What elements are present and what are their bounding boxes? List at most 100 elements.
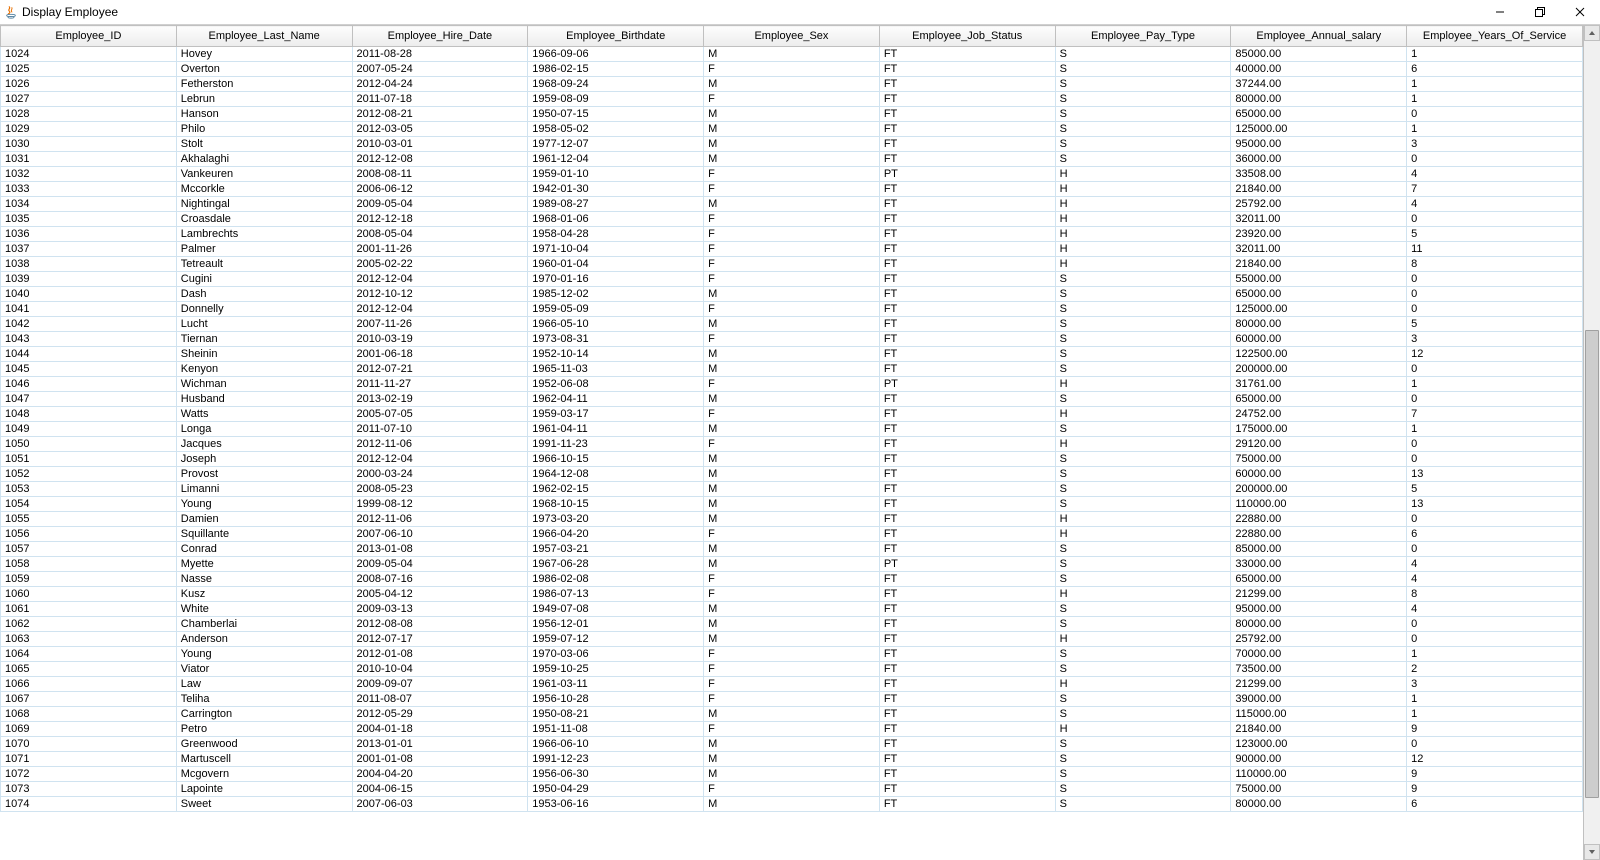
table-cell[interactable]: S: [1055, 692, 1231, 707]
table-cell[interactable]: F: [704, 692, 880, 707]
table-cell[interactable]: 1986-07-13: [528, 587, 704, 602]
table-cell[interactable]: 2012-10-12: [352, 287, 528, 302]
table-row[interactable]: 1027Lebrun2011-07-181959-08-09FFTS80000.…: [1, 92, 1583, 107]
table-cell[interactable]: M: [704, 467, 880, 482]
table-cell[interactable]: Wichman: [176, 377, 352, 392]
table-cell[interactable]: 40000.00: [1231, 62, 1407, 77]
table-body[interactable]: 1024Hovey2011-08-281966-09-06MFTS85000.0…: [1, 47, 1583, 812]
table-cell[interactable]: 1046: [1, 377, 177, 392]
table-cell[interactable]: S: [1055, 317, 1231, 332]
table-row[interactable]: 1049Longa2011-07-101961-04-11MFTS175000.…: [1, 422, 1583, 437]
table-cell[interactable]: S: [1055, 737, 1231, 752]
table-cell[interactable]: 7: [1407, 182, 1583, 197]
column-header[interactable]: Employee_Pay_Type: [1055, 26, 1231, 47]
table-cell[interactable]: 0: [1407, 152, 1583, 167]
table-cell[interactable]: 2: [1407, 662, 1583, 677]
table-cell[interactable]: FT: [879, 512, 1055, 527]
table-cell[interactable]: 5: [1407, 227, 1583, 242]
table-cell[interactable]: S: [1055, 122, 1231, 137]
table-cell[interactable]: Tiernan: [176, 332, 352, 347]
table-cell[interactable]: 2001-06-18: [352, 347, 528, 362]
table-cell[interactable]: FT: [879, 257, 1055, 272]
table-row[interactable]: 1046Wichman2011-11-271952-06-08FPTH31761…: [1, 377, 1583, 392]
table-cell[interactable]: 70000.00: [1231, 647, 1407, 662]
table-cell[interactable]: FT: [879, 317, 1055, 332]
table-cell[interactable]: 4: [1407, 602, 1583, 617]
scroll-up-button[interactable]: [1584, 25, 1600, 41]
table-cell[interactable]: FT: [879, 62, 1055, 77]
table-cell[interactable]: 1071: [1, 752, 177, 767]
table-cell[interactable]: 2000-03-24: [352, 467, 528, 482]
table-cell[interactable]: F: [704, 647, 880, 662]
table-cell[interactable]: 37244.00: [1231, 77, 1407, 92]
table-cell[interactable]: Donnelly: [176, 302, 352, 317]
table-cell[interactable]: S: [1055, 362, 1231, 377]
table-cell[interactable]: M: [704, 122, 880, 137]
table-cell[interactable]: 80000.00: [1231, 92, 1407, 107]
table-cell[interactable]: 2012-12-18: [352, 212, 528, 227]
table-cell[interactable]: 1058: [1, 557, 177, 572]
table-cell[interactable]: S: [1055, 497, 1231, 512]
table-cell[interactable]: 1061: [1, 602, 177, 617]
table-cell[interactable]: 11: [1407, 242, 1583, 257]
table-cell[interactable]: 0: [1407, 107, 1583, 122]
table-cell[interactable]: 1: [1407, 707, 1583, 722]
table-row[interactable]: 1036Lambrechts2008-05-041958-04-28FFTH23…: [1, 227, 1583, 242]
table-cell[interactable]: 2011-07-10: [352, 422, 528, 437]
table-row[interactable]: 1071Martuscell2001-01-081991-12-23MFTS90…: [1, 752, 1583, 767]
table-cell[interactable]: F: [704, 662, 880, 677]
table-cell[interactable]: Damien: [176, 512, 352, 527]
table-cell[interactable]: M: [704, 752, 880, 767]
table-cell[interactable]: 33000.00: [1231, 557, 1407, 572]
table-cell[interactable]: S: [1055, 137, 1231, 152]
table-cell[interactable]: 1942-01-30: [528, 182, 704, 197]
table-cell[interactable]: F: [704, 677, 880, 692]
table-cell[interactable]: H: [1055, 527, 1231, 542]
table-cell[interactable]: FT: [879, 752, 1055, 767]
table-cell[interactable]: 6: [1407, 797, 1583, 812]
table-row[interactable]: 1047Husband2013-02-191962-04-11MFTS65000…: [1, 392, 1583, 407]
table-cell[interactable]: 1028: [1, 107, 177, 122]
table-cell[interactable]: 2012-08-08: [352, 617, 528, 632]
table-cell[interactable]: 1952-10-14: [528, 347, 704, 362]
table-cell[interactable]: Palmer: [176, 242, 352, 257]
table-cell[interactable]: S: [1055, 572, 1231, 587]
table-cell[interactable]: 60000.00: [1231, 332, 1407, 347]
table-cell[interactable]: 1999-08-12: [352, 497, 528, 512]
table-cell[interactable]: Greenwood: [176, 737, 352, 752]
table-row[interactable]: 1051Joseph2012-12-041966-10-15MFTS75000.…: [1, 452, 1583, 467]
table-cell[interactable]: 1968-10-15: [528, 497, 704, 512]
table-cell[interactable]: 36000.00: [1231, 152, 1407, 167]
table-cell[interactable]: S: [1055, 557, 1231, 572]
table-cell[interactable]: 1959-01-10: [528, 167, 704, 182]
table-cell[interactable]: Vankeuren: [176, 167, 352, 182]
table-cell[interactable]: F: [704, 302, 880, 317]
table-cell[interactable]: 1971-10-04: [528, 242, 704, 257]
table-row[interactable]: 1040Dash2012-10-121985-12-02MFTS65000.00…: [1, 287, 1583, 302]
table-cell[interactable]: S: [1055, 392, 1231, 407]
table-cell[interactable]: 2012-01-08: [352, 647, 528, 662]
table-cell[interactable]: FT: [879, 482, 1055, 497]
close-button[interactable]: [1560, 0, 1600, 24]
table-cell[interactable]: 9: [1407, 722, 1583, 737]
table-cell[interactable]: S: [1055, 542, 1231, 557]
table-cell[interactable]: 1966-04-20: [528, 527, 704, 542]
table-cell[interactable]: S: [1055, 107, 1231, 122]
table-row[interactable]: 1029Philo2012-03-051958-05-02MFTS125000.…: [1, 122, 1583, 137]
table-cell[interactable]: S: [1055, 347, 1231, 362]
table-cell[interactable]: 1949-07-08: [528, 602, 704, 617]
table-cell[interactable]: 1035: [1, 212, 177, 227]
table-cell[interactable]: H: [1055, 722, 1231, 737]
table-cell[interactable]: 125000.00: [1231, 302, 1407, 317]
table-cell[interactable]: 1037: [1, 242, 177, 257]
table-cell[interactable]: Conrad: [176, 542, 352, 557]
table-cell[interactable]: Young: [176, 497, 352, 512]
table-row[interactable]: 1073Lapointe2004-06-151950-04-29FFTS7500…: [1, 782, 1583, 797]
table-cell[interactable]: FT: [879, 47, 1055, 62]
table-cell[interactable]: 1048: [1, 407, 177, 422]
table-cell[interactable]: Kenyon: [176, 362, 352, 377]
table-cell[interactable]: F: [704, 92, 880, 107]
table-cell[interactable]: Lambrechts: [176, 227, 352, 242]
table-cell[interactable]: 2011-08-07: [352, 692, 528, 707]
table-cell[interactable]: F: [704, 272, 880, 287]
